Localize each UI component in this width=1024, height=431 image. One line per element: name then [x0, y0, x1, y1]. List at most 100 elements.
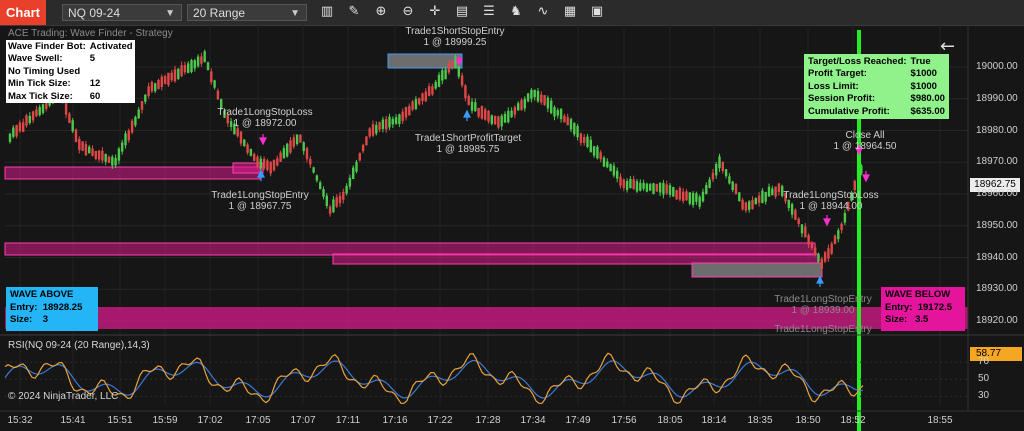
data-box-icon[interactable]: ▤: [453, 3, 471, 21]
candle: [599, 152, 602, 160]
candle: [213, 80, 216, 88]
candle: [569, 119, 573, 130]
candle: [487, 110, 490, 122]
trade-label-long-entry-1: Trade1LongStopEntry 1 @ 18967.75: [205, 190, 315, 212]
candle: [279, 152, 282, 162]
candle: [619, 176, 622, 186]
candle: [328, 206, 332, 214]
strategy-icon[interactable]: ♞: [507, 3, 525, 21]
wave-above-box: WAVE ABOVE Entry: 18928.25 Size: 3: [6, 287, 98, 331]
trade-name: Trade1ShortStopEntry: [405, 26, 505, 37]
candle: [345, 185, 348, 194]
candle: [701, 191, 705, 202]
candle: [493, 115, 497, 125]
pencil-icon[interactable]: ✎: [345, 3, 363, 21]
candle: [117, 148, 121, 161]
crosshair-icon[interactable]: ✛: [426, 3, 444, 21]
candle: [358, 153, 361, 161]
candle: [738, 192, 741, 202]
time-tick: 15:51: [107, 415, 133, 426]
candle: [513, 107, 517, 115]
candle: [510, 110, 513, 118]
zoom-out-icon[interactable]: ⊖: [399, 3, 417, 21]
candle: [814, 247, 817, 255]
candle: [385, 118, 388, 130]
time-tick: 17:07: [290, 415, 316, 426]
candle: [272, 159, 276, 171]
candle: [635, 181, 639, 192]
bot-info-box: Wave Finder Bot: Activated Wave Swell: 5 N…: [6, 40, 135, 103]
candle: [711, 172, 715, 180]
templates-icon[interactable]: ▦: [561, 3, 579, 21]
candle: [259, 158, 262, 169]
candle: [820, 258, 823, 269]
candle: [68, 113, 71, 123]
info-value: Activated: [89, 40, 133, 52]
candle: [147, 86, 150, 97]
candle: [239, 131, 243, 144]
candle: [662, 183, 665, 195]
candle: [454, 56, 457, 69]
candle: [540, 94, 543, 103]
candle: [170, 72, 173, 81]
candle: [206, 62, 210, 71]
candle: [622, 179, 625, 188]
indicators-icon[interactable]: ∿: [534, 3, 552, 21]
rsi-tick: 50: [978, 373, 990, 385]
candle: [536, 90, 540, 102]
zoom-in-icon[interactable]: ⊕: [372, 3, 390, 21]
candle: [810, 242, 814, 248]
candle: [302, 142, 305, 152]
candle: [715, 164, 718, 176]
trade-fill: 1 @ 18999.25: [423, 37, 487, 48]
candle: [596, 146, 599, 159]
price-tick: 18990.00: [976, 92, 1018, 104]
time-tick: 17:49: [565, 415, 591, 426]
candle: [474, 102, 477, 112]
candle: [837, 230, 840, 240]
candle: [678, 188, 682, 200]
trade-arrow: [816, 275, 824, 287]
candle: [556, 110, 559, 116]
properties-icon[interactable]: ☰: [480, 3, 498, 21]
period-selector[interactable]: 20 Range ▼: [187, 4, 307, 21]
info-value: 60: [89, 90, 101, 102]
candle: [348, 177, 352, 187]
candle: [196, 56, 200, 67]
candle: [484, 109, 487, 120]
candle: [592, 146, 596, 156]
info-value: $1000: [910, 68, 937, 80]
candle: [371, 124, 375, 136]
candle: [625, 181, 629, 191]
candle: [134, 116, 137, 126]
candle: [114, 157, 117, 166]
trade-arrow: [823, 215, 831, 227]
candle: [642, 182, 645, 189]
candle: [523, 98, 526, 109]
candle: [708, 179, 711, 188]
info-key: Wave Finder Bot:: [8, 40, 86, 52]
candle: [457, 65, 460, 77]
candle: [216, 90, 220, 100]
candle: [183, 65, 187, 73]
candle: [460, 75, 464, 86]
candle: [609, 164, 612, 172]
candle: [767, 186, 771, 197]
candle: [655, 183, 658, 192]
instrument-selector[interactable]: NQ 09-24 ▼: [62, 4, 182, 21]
info-key: Max Tick Size:: [8, 90, 73, 102]
time-tick: 17:11: [335, 415, 361, 426]
candle: [757, 195, 761, 203]
trade-label-long-stoploss-2: Trade1LongStopLoss 1 @ 18944.00: [776, 190, 886, 212]
candle: [853, 180, 856, 191]
candle: [332, 199, 335, 213]
candle: [111, 156, 114, 166]
more-tools-icon[interactable]: ▣: [588, 3, 606, 21]
chart-tab[interactable]: Chart: [0, 0, 46, 25]
candle: [295, 134, 299, 144]
back-arrow-icon[interactable]: ←: [940, 36, 955, 57]
time-tick: 18:52: [840, 415, 866, 426]
bar-chart-icon[interactable]: ▥: [318, 3, 336, 21]
trade-name: Trade1LongStopEntry: [774, 324, 872, 335]
info-key: Min Tick Size:: [8, 78, 71, 90]
